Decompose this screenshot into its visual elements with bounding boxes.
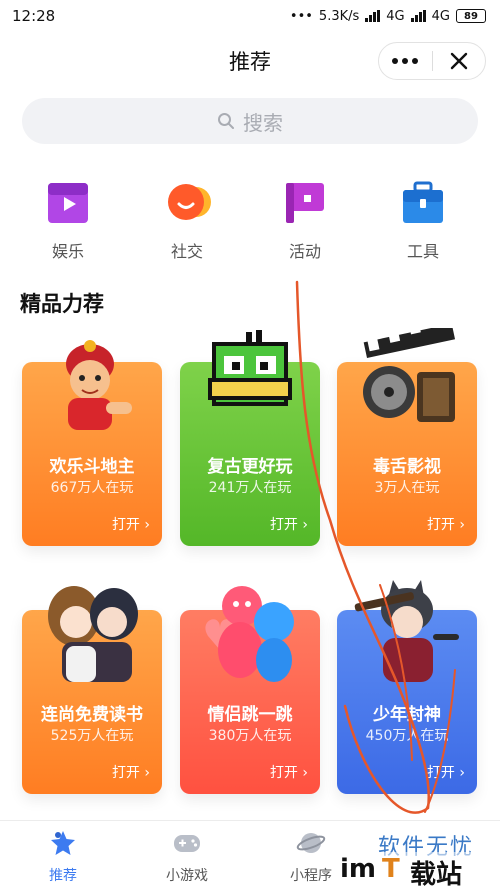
toolbox-icon (403, 181, 443, 223)
open-button[interactable]: 打开 › (270, 514, 308, 534)
planet-icon (296, 833, 326, 853)
tab-label: 小游戏 (166, 868, 208, 884)
watermark-part: 载站 (410, 860, 463, 889)
card-title: 欢乐斗地主 (49, 457, 135, 477)
category-label: 工具 (406, 242, 439, 261)
card-player-count: 450万人在玩 (365, 728, 449, 744)
star-icon (51, 831, 75, 855)
chat-bubble-icon (168, 184, 211, 220)
search-placeholder: 搜索 (243, 110, 283, 135)
network-speed: 5.3K/s (318, 8, 360, 24)
battery-level: 89 (464, 10, 478, 22)
network-type-2: 4G (431, 8, 450, 24)
flag-icon (286, 183, 324, 223)
category-social[interactable]: 社交 (139, 176, 235, 262)
gamepad-icon (174, 835, 200, 852)
tab-label: 推荐 (49, 868, 77, 884)
tab-recommend[interactable]: 推荐 (18, 829, 108, 885)
mini-game-card[interactable]: 复古更好玩 241万人在玩 打开 › (180, 330, 320, 546)
watermark-part: im (340, 854, 377, 884)
category-entertainment[interactable]: 娱乐 (20, 176, 116, 262)
card-title: 连尚免费读书 (41, 705, 143, 725)
soldier-character-icon (354, 580, 459, 682)
category-label: 社交 (170, 242, 203, 261)
watermark-logo: im T 载站 (340, 852, 500, 889)
tab-minigames[interactable]: 小游戏 (142, 829, 232, 885)
mini-game-card[interactable]: 欢乐斗地主 667万人在玩 打开 › (22, 340, 162, 546)
category-tools[interactable]: 工具 (375, 176, 471, 262)
category-label: 娱乐 (51, 242, 84, 261)
more-button[interactable] (379, 43, 432, 79)
card-title: 情侣跳一跳 (207, 705, 293, 725)
open-button[interactable]: 打开 › (112, 762, 150, 782)
mini-game-card[interactable]: 情侣跳一跳 380万人在玩 打开 › (180, 586, 320, 794)
card-player-count: 241万人在玩 (208, 480, 292, 496)
section-title: 精品力荐 (20, 292, 104, 316)
signal-icon (365, 10, 381, 22)
film-clapper-icon (363, 328, 456, 422)
card-title: 复古更好玩 (207, 457, 293, 477)
card-player-count: 525万人在玩 (50, 728, 134, 744)
card-player-count: 380万人在玩 (208, 728, 292, 744)
card-player-count: 667万人在玩 (50, 480, 134, 496)
category-row: 娱乐 社交 活动 工具 (0, 176, 500, 261)
pixel-duck-icon (208, 330, 292, 406)
play-icon (48, 183, 88, 223)
open-button[interactable]: 打开 › (270, 762, 308, 782)
dots-icon: ••• (289, 8, 313, 24)
status-time: 12:28 (12, 7, 56, 25)
close-button[interactable] (433, 43, 486, 79)
watermark-part: T (382, 854, 400, 884)
signal-icon (410, 10, 426, 22)
open-button[interactable]: 打开 › (112, 514, 150, 534)
open-button[interactable]: 打开 › (427, 514, 465, 534)
capsule-menu (378, 42, 486, 80)
status-bar: 12:28 ••• 5.3K/s 4G 4G 89 (0, 0, 500, 32)
network-type-1: 4G (386, 8, 405, 24)
category-activity[interactable]: 活动 (257, 176, 353, 262)
card-player-count: 3万人在玩 (374, 480, 440, 496)
mini-game-card[interactable]: 连尚免费读书 525万人在玩 打开 › (22, 586, 162, 794)
battery-icon: 89 (456, 9, 486, 23)
nav-bar: 推荐 (0, 36, 500, 86)
card-title: 少年封神 (373, 705, 441, 725)
more-icon (392, 58, 419, 64)
open-button[interactable]: 打开 › (427, 762, 465, 782)
search-input[interactable]: 搜索 (22, 98, 478, 144)
card-title: 毒舌影视 (373, 457, 441, 477)
category-label: 活动 (288, 242, 321, 261)
close-icon (450, 52, 467, 70)
mini-game-card[interactable]: 少年封神 450万人在玩 打开 › (337, 580, 477, 794)
mini-game-card[interactable]: 毒舌影视 3万人在玩 打开 › (337, 328, 477, 546)
cartoon-character-icon (66, 340, 132, 430)
status-indicators: ••• 5.3K/s 4G 4G 89 (290, 9, 486, 24)
anime-couple-icon (48, 586, 138, 682)
jelly-figures-icon (205, 586, 294, 682)
search-icon (218, 113, 234, 129)
